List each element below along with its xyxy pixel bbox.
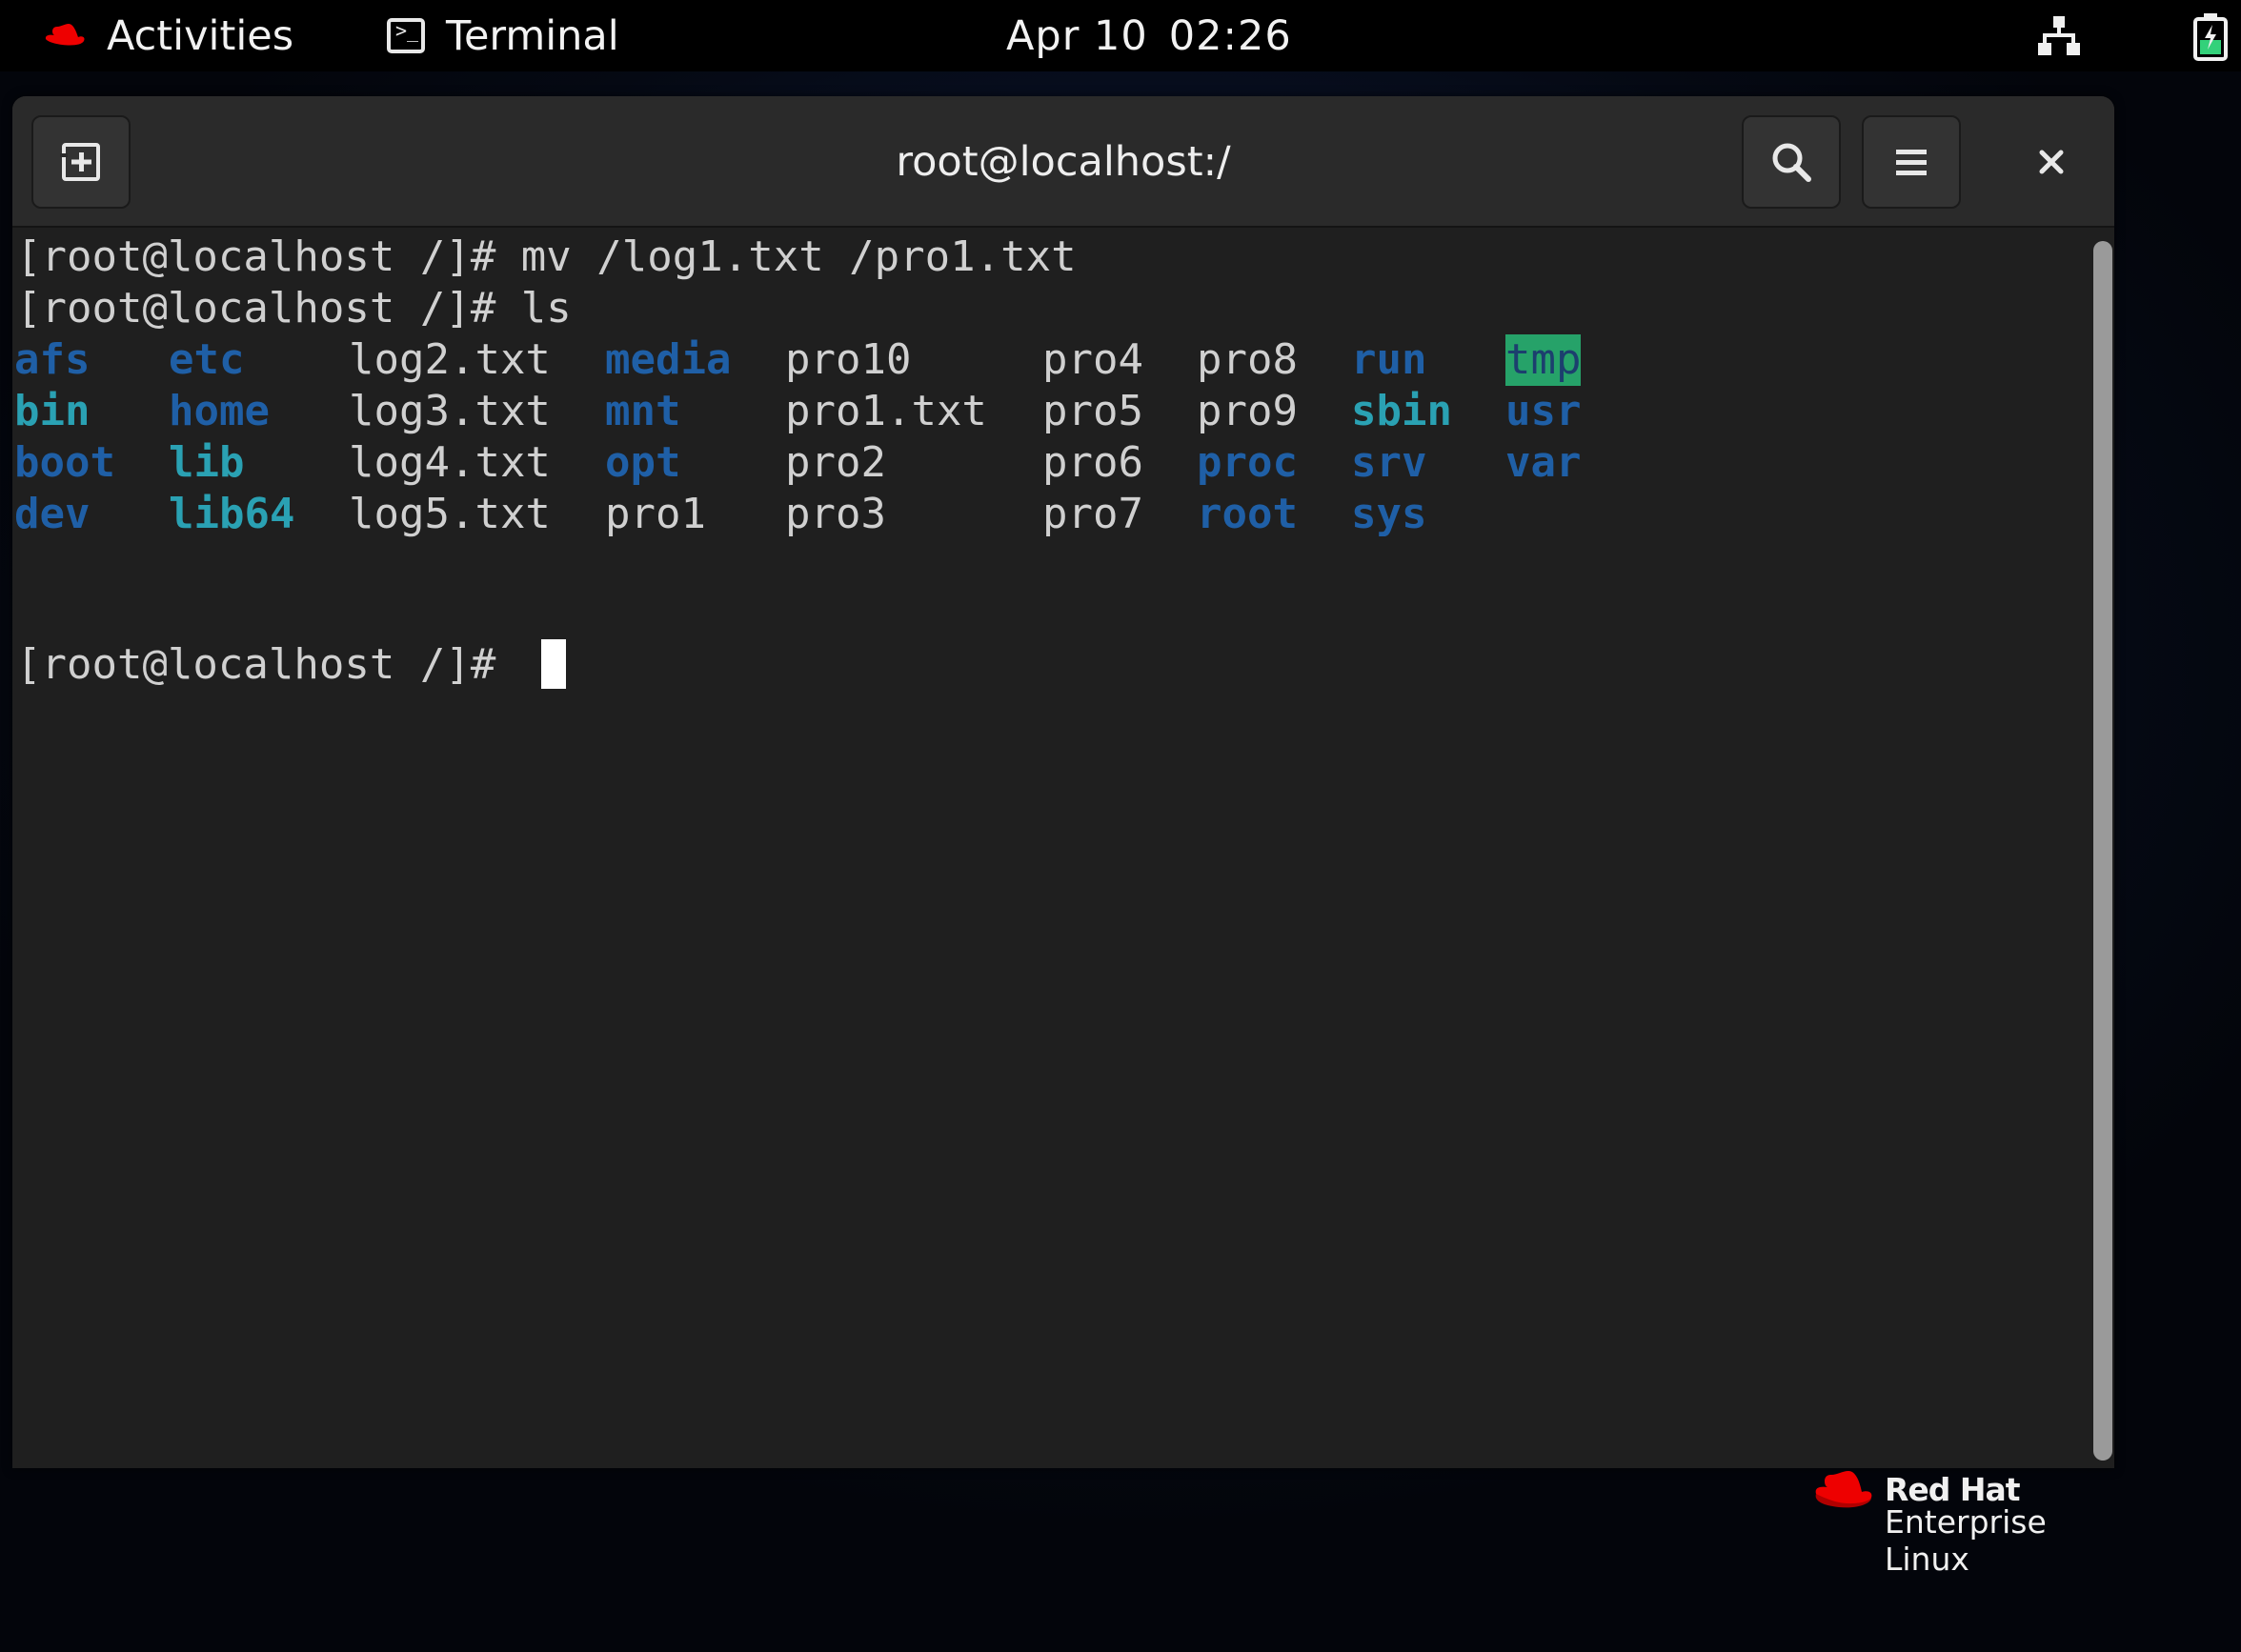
ls-entry-var: var [1505, 438, 1582, 487]
ls-entry-pro10: pro10 [785, 335, 912, 384]
ls-entry-bin: bin [14, 387, 91, 435]
ls-entry-boot: boot [14, 438, 115, 487]
ls-entry-pro8: pro8 [1197, 335, 1298, 384]
ls-entry-run: run [1351, 335, 1427, 384]
main-menu-button[interactable] [1862, 115, 1961, 209]
clock[interactable]: Apr 10 02:26 [1006, 0, 1292, 71]
ls-entry-opt: opt [605, 438, 681, 487]
header-bar[interactable]: root@localhost:/ [12, 96, 2114, 228]
new-tab-icon [60, 143, 100, 181]
ls-entry-home: home [169, 387, 270, 435]
ls-entry-pro3: pro3 [785, 490, 886, 538]
ls-entry-pro1-txt: pro1.txt [785, 387, 987, 435]
ls-entry-proc: proc [1197, 438, 1298, 487]
clock-date: Apr 10 [1006, 11, 1148, 60]
ls-entry-log4-txt: log4.txt [349, 438, 551, 487]
rhel-logo: Red Hat Enterprise Linux [1810, 1467, 2125, 1578]
terminal-app-icon: >_ [387, 18, 425, 53]
ls-entry-usr: usr [1505, 387, 1582, 435]
search-button[interactable] [1742, 115, 1841, 209]
ls-entry-tmp: tmp [1505, 334, 1582, 386]
top-bar: Activities >_ Terminal Apr 10 02:26 [0, 0, 2241, 71]
ls-entry-log2-txt: log2.txt [349, 335, 551, 384]
terminal-output[interactable]: [root@localhost /]# mv /log1.txt /pro1.t… [12, 230, 2070, 1468]
terminal-line: [root@localhost /]# mv /log1.txt /pro1.t… [16, 232, 1077, 281]
ls-entry-pro2: pro2 [785, 438, 886, 487]
ls-entry-media: media [605, 335, 732, 384]
ls-entry-sbin: sbin [1351, 387, 1452, 435]
ls-entry-pro6: pro6 [1042, 438, 1143, 487]
ls-entry-pro4: pro4 [1042, 335, 1143, 384]
ls-entry-lib: lib [169, 438, 245, 487]
activities-button[interactable]: Activities [42, 0, 293, 71]
ls-entry-pro7: pro7 [1042, 490, 1143, 538]
close-icon [2039, 150, 2064, 174]
ls-entry-root: root [1197, 490, 1298, 538]
ls-entry-pro1: pro1 [605, 490, 706, 538]
battery-icon[interactable] [2191, 0, 2230, 71]
search-icon [1772, 143, 1811, 182]
app-menu-terminal[interactable]: >_ Terminal [387, 0, 619, 71]
ls-entry-srv: srv [1351, 438, 1427, 487]
hamburger-menu-icon [1896, 150, 1927, 175]
text-cursor [541, 639, 566, 689]
close-button[interactable] [2009, 115, 2093, 209]
app-menu-label: Terminal [446, 11, 619, 60]
ls-entry-sys: sys [1351, 490, 1427, 538]
activities-label: Activities [107, 11, 294, 60]
ls-entry-afs: afs [14, 335, 91, 384]
terminal-window[interactable]: root@localhost:/ [root@localhost /]# mv … [12, 96, 2114, 1468]
desktop: Activities >_ Terminal Apr 10 02:26 root… [0, 0, 2241, 1652]
redhat-icon [45, 23, 85, 45]
ls-entry-log5-txt: log5.txt [349, 490, 551, 538]
new-tab-button[interactable] [31, 115, 131, 209]
logo-line-2: Enterprise Linux [1885, 1503, 2047, 1578]
network-icon[interactable] [2035, 0, 2083, 71]
clock-time: 02:26 [1168, 11, 1292, 60]
terminal-prompt: [root@localhost /]# [16, 640, 521, 689]
scrollbar-thumb[interactable] [2093, 241, 2112, 1461]
ls-entry-pro9: pro9 [1197, 387, 1298, 435]
ls-entry-etc: etc [169, 335, 245, 384]
ls-entry-pro5: pro5 [1042, 387, 1143, 435]
redhat-logo-icon [1815, 1471, 1872, 1508]
ls-entry-log3-txt: log3.txt [349, 387, 551, 435]
terminal-line: [root@localhost /]# ls [16, 284, 572, 332]
ls-entry-dev: dev [14, 490, 91, 538]
ls-entry-lib64: lib64 [169, 490, 295, 538]
ls-entry-mnt: mnt [605, 387, 681, 435]
